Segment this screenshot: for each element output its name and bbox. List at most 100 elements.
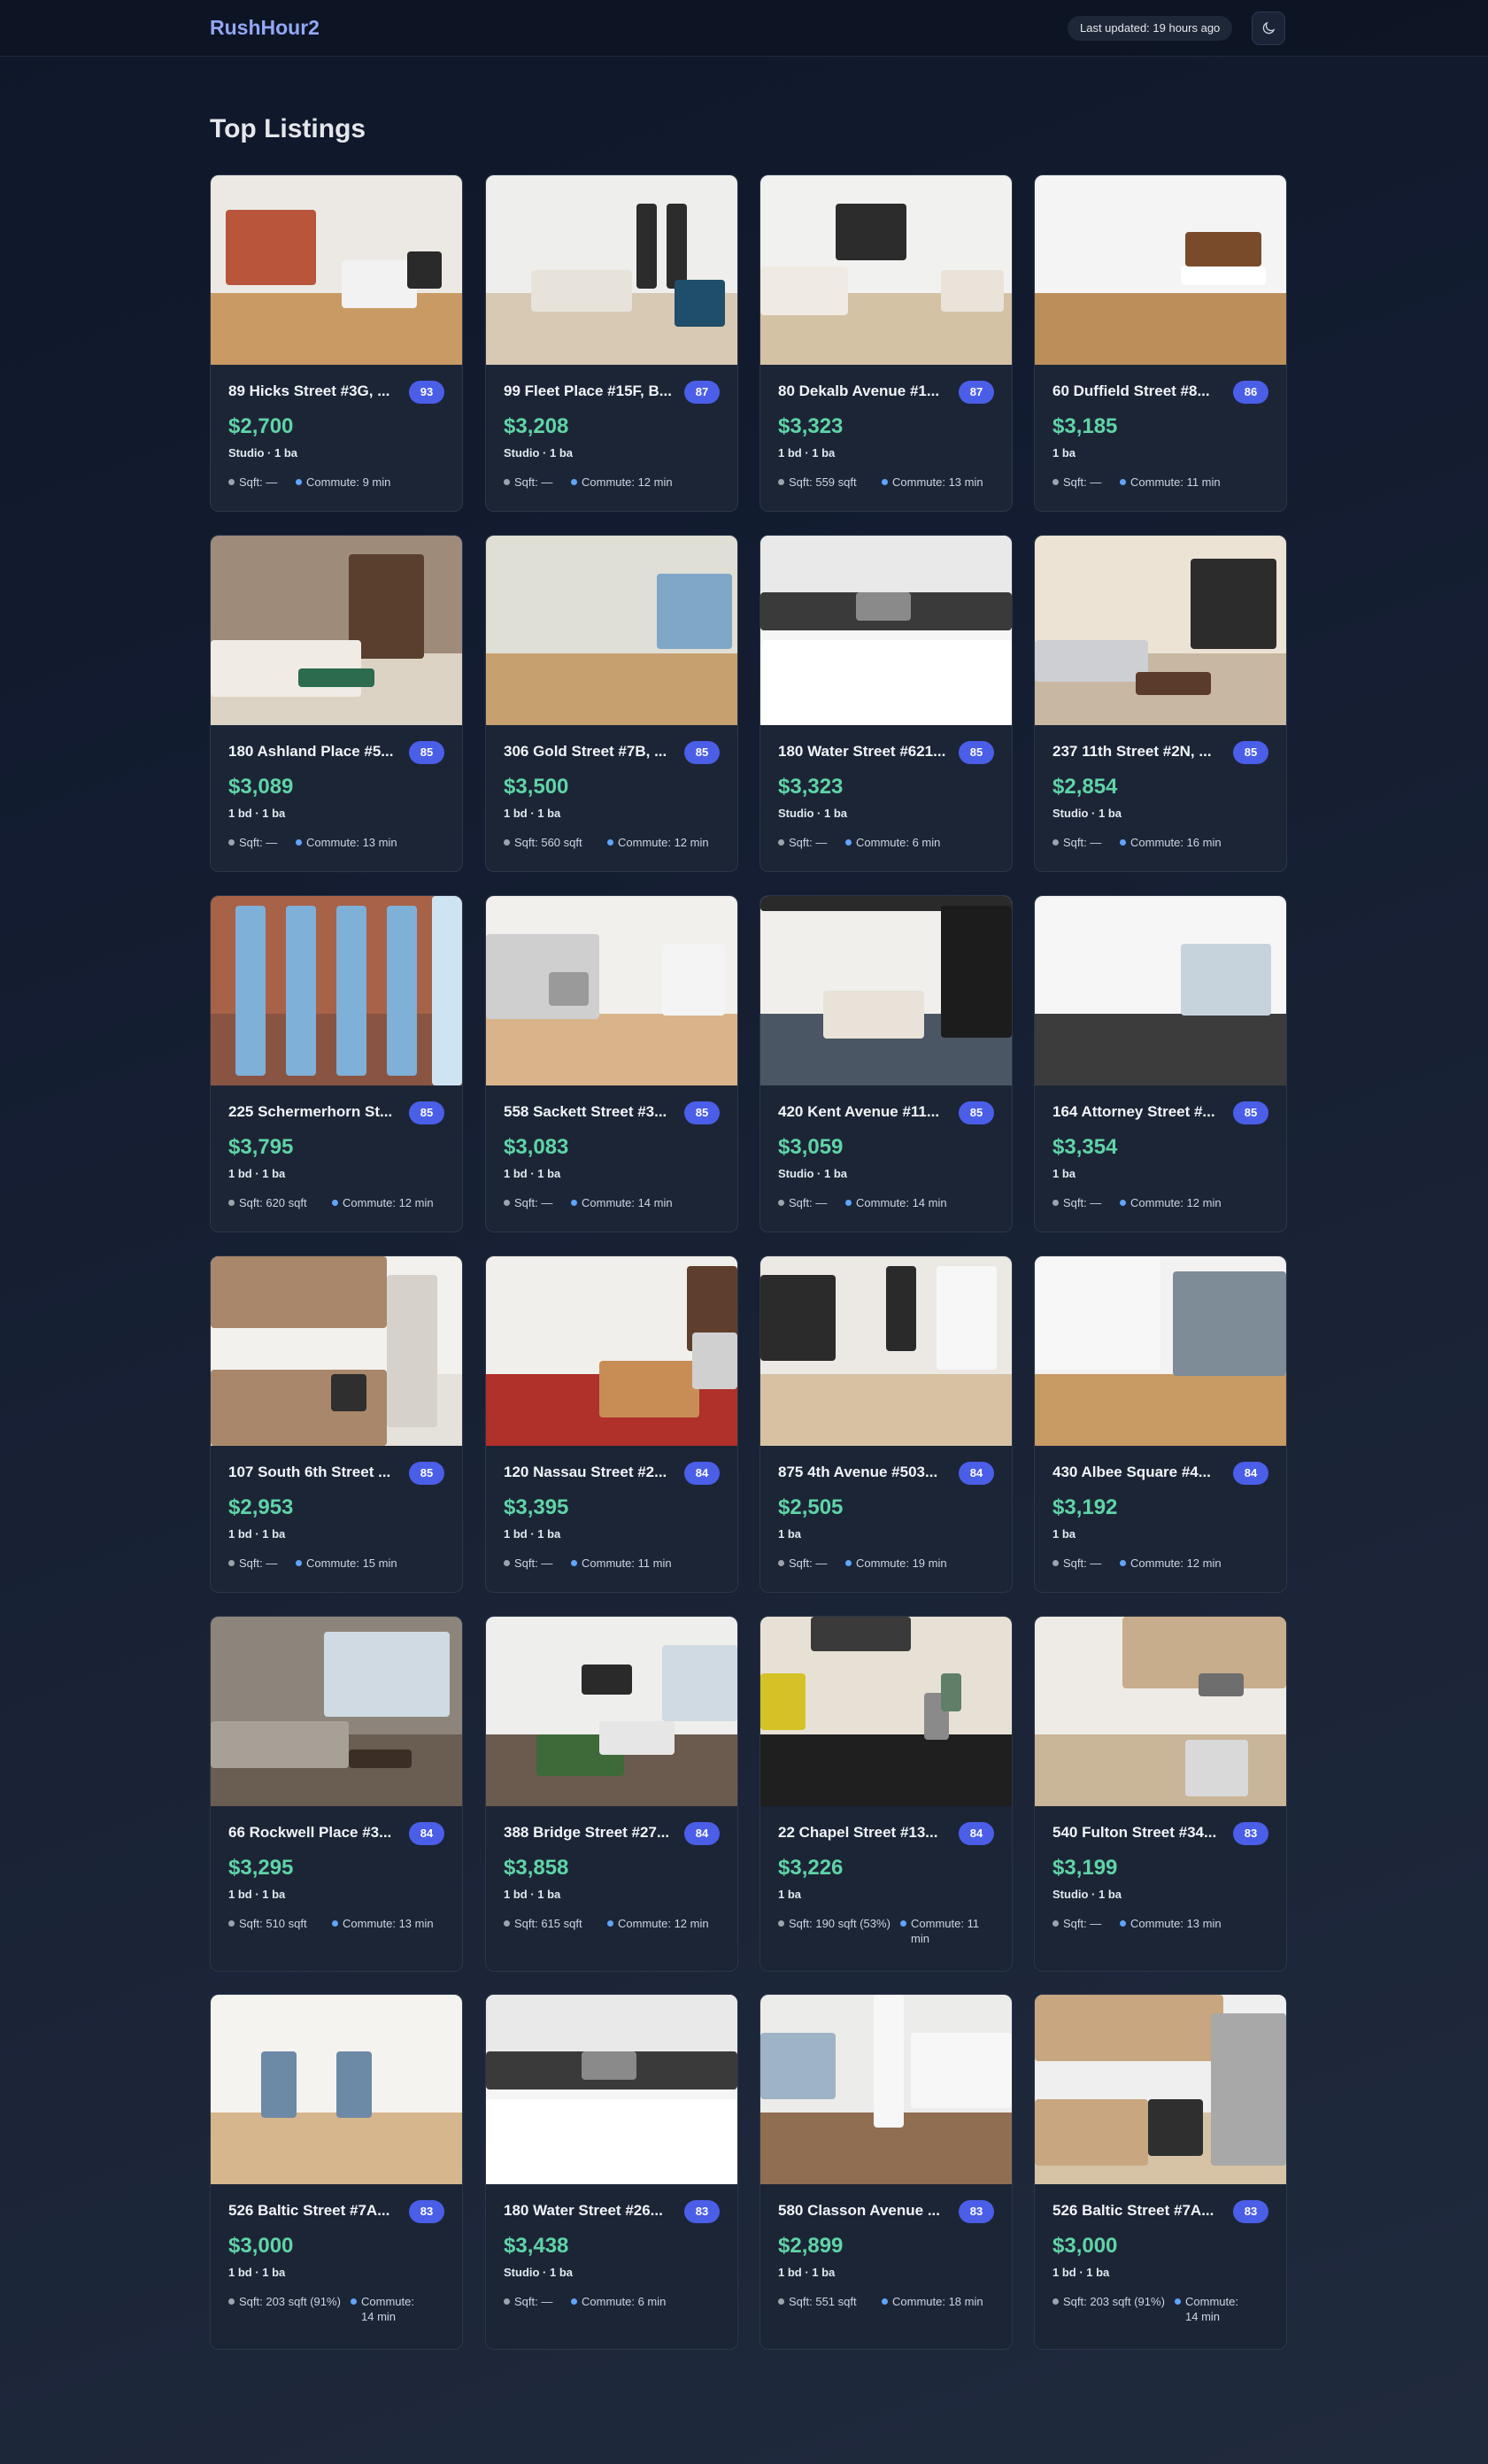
- listing-commute: Commute: 14 min: [582, 1196, 673, 1209]
- listing-title[interactable]: 420 Kent Avenue #11...: [778, 1103, 952, 1121]
- listing-title[interactable]: 430 Albee Square #4...: [1052, 1464, 1226, 1481]
- listing-title[interactable]: 80 Dekalb Avenue #1...: [778, 382, 952, 400]
- listing-meta: Sqft: 559 sqft Commute: 13 min: [778, 475, 994, 490]
- listing-meta: Sqft: — Commute: 12 min: [504, 475, 720, 490]
- listing-card[interactable]: 558 Sackett Street #3... 85 $3,083 1 bd · 1…: [485, 895, 738, 1232]
- listing-photo[interactable]: [760, 1995, 1012, 2184]
- listing-card[interactable]: 540 Fulton Street #34... 83 $3,199 Studio ·…: [1034, 1616, 1287, 1972]
- listing-photo[interactable]: [486, 1617, 737, 1806]
- listing-title[interactable]: 99 Fleet Place #15F, B...: [504, 382, 677, 400]
- listing-commute: Commute: 11 min: [582, 1556, 672, 1570]
- listing-title[interactable]: 164 Attorney Street #...: [1052, 1103, 1226, 1121]
- listing-card[interactable]: 180 Water Street #26... 83 $3,438 Studio · …: [485, 1994, 738, 2350]
- listing-card[interactable]: 89 Hicks Street #3G, ... 93 $2,700 Studio ·…: [210, 174, 463, 512]
- listing-card[interactable]: 22 Chapel Street #13... 84 $3,226 1 ba Sqft:…: [759, 1616, 1013, 1972]
- listing-title[interactable]: 60 Duffield Street #8...: [1052, 382, 1226, 400]
- commute-dot-icon: [571, 1200, 577, 1206]
- listing-title[interactable]: 66 Rockwell Place #3...: [228, 1824, 402, 1842]
- listing-photo[interactable]: [211, 175, 462, 365]
- listing-sqft: Sqft: 615 sqft: [514, 1917, 582, 1930]
- listing-card[interactable]: 66 Rockwell Place #3... 84 $3,295 1 bd · 1 …: [210, 1616, 463, 1972]
- listing-title[interactable]: 526 Baltic Street #7A...: [1052, 2202, 1226, 2220]
- listing-photo[interactable]: [1035, 1617, 1286, 1806]
- listing-card[interactable]: 237 11th Street #2N, ... 85 $2,854 Studio ·…: [1034, 535, 1287, 872]
- listing-card[interactable]: 526 Baltic Street #7A... 83 $3,000 1 bd · 1…: [210, 1994, 463, 2350]
- sqft-dot-icon: [1052, 479, 1059, 485]
- listing-photo[interactable]: [486, 536, 737, 725]
- listing-meta: Sqft: 551 sqft Commute: 18 min: [778, 2294, 994, 2309]
- listing-photo[interactable]: [1035, 1995, 1286, 2184]
- listing-card[interactable]: 107 South 6th Street ... 85 $2,953 1 bd · 1…: [210, 1255, 463, 1593]
- listing-photo[interactable]: [211, 536, 462, 725]
- listing-price: $3,354: [1052, 1135, 1118, 1159]
- listing-card[interactable]: 99 Fleet Place #15F, B... 87 $3,208 Studio …: [485, 174, 738, 512]
- listing-price: $3,500: [504, 775, 569, 799]
- score-badge: 83: [959, 2200, 994, 2223]
- theme-toggle-button[interactable]: [1252, 12, 1285, 45]
- listing-title[interactable]: 526 Baltic Street #7A...: [228, 2202, 402, 2220]
- listing-card[interactable]: 60 Duffield Street #8... 86 $3,185 1 ba Sqft…: [1034, 174, 1287, 512]
- listing-photo[interactable]: [760, 896, 1012, 1085]
- listing-sqft: Sqft: 203 sqft (91%): [1063, 2295, 1165, 2308]
- listing-card[interactable]: 225 Schermerhorn St... 85 $3,795 1 bd · 1 b…: [210, 895, 463, 1232]
- listing-photo[interactable]: [760, 1617, 1012, 1806]
- listing-card[interactable]: 875 4th Avenue #503... 84 $2,505 1 ba Sqft: …: [759, 1255, 1013, 1593]
- listing-photo[interactable]: [211, 1256, 462, 1446]
- listing-title[interactable]: 120 Nassau Street #2...: [504, 1464, 677, 1481]
- listing-photo[interactable]: [1035, 536, 1286, 725]
- listing-card[interactable]: 420 Kent Avenue #11... 85 $3,059 Studio · 1…: [759, 895, 1013, 1232]
- listing-title[interactable]: 540 Fulton Street #34...: [1052, 1824, 1226, 1842]
- listing-photo[interactable]: [486, 175, 737, 365]
- listing-card[interactable]: 180 Ashland Place #5... 85 $3,089 1 bd · 1 …: [210, 535, 463, 872]
- listing-photo[interactable]: [486, 896, 737, 1085]
- sqft-dot-icon: [778, 1920, 784, 1927]
- score-badge: 85: [684, 1101, 720, 1124]
- listing-photo[interactable]: [1035, 896, 1286, 1085]
- listing-card[interactable]: 430 Albee Square #4... 84 $3,192 1 ba Sqft: …: [1034, 1255, 1287, 1593]
- listing-commute: Commute: 11 min: [911, 1917, 980, 1945]
- listing-beds-baths: 1 ba: [1052, 1527, 1076, 1541]
- listing-card[interactable]: 526 Baltic Street #7A... 83 $3,000 1 bd · 1…: [1034, 1994, 1287, 2350]
- listing-card[interactable]: 164 Attorney Street #... 85 $3,354 1 ba Sqft…: [1034, 895, 1287, 1232]
- score-badge: 85: [409, 741, 444, 764]
- sqft-dot-icon: [228, 1200, 235, 1206]
- score-badge: 87: [959, 381, 994, 404]
- brand-logo[interactable]: RushHour2: [210, 16, 320, 40]
- listing-photo[interactable]: [486, 1995, 737, 2184]
- listing-title[interactable]: 237 11th Street #2N, ...: [1052, 743, 1226, 761]
- listing-photo[interactable]: [211, 1617, 462, 1806]
- listing-title[interactable]: 180 Water Street #26...: [504, 2202, 677, 2220]
- listing-title[interactable]: 558 Sackett Street #3...: [504, 1103, 677, 1121]
- listing-photo[interactable]: [760, 1256, 1012, 1446]
- listing-commute: Commute: 16 min: [1130, 836, 1222, 849]
- listing-title[interactable]: 107 South 6th Street ...: [228, 1464, 402, 1481]
- listing-meta: Sqft: 620 sqft Commute: 12 min: [228, 1195, 444, 1210]
- listing-title[interactable]: 225 Schermerhorn St...: [228, 1103, 402, 1121]
- listing-title[interactable]: 89 Hicks Street #3G, ...: [228, 382, 402, 400]
- listing-title[interactable]: 388 Bridge Street #27...: [504, 1824, 677, 1842]
- listing-card[interactable]: 580 Classon Avenue ... 83 $2,899 1 bd · 1 b…: [759, 1994, 1013, 2350]
- commute-dot-icon: [1120, 1560, 1126, 1566]
- listing-photo[interactable]: [211, 1995, 462, 2184]
- listing-photo[interactable]: [211, 896, 462, 1085]
- listing-title[interactable]: 306 Gold Street #7B, ...: [504, 743, 677, 761]
- listing-photo[interactable]: [1035, 175, 1286, 365]
- listing-title[interactable]: 875 4th Avenue #503...: [778, 1464, 952, 1481]
- listing-title[interactable]: 180 Ashland Place #5...: [228, 743, 402, 761]
- commute-dot-icon: [571, 2298, 577, 2305]
- score-badge: 84: [959, 1462, 994, 1485]
- listing-price: $3,323: [778, 775, 844, 799]
- listing-card[interactable]: 180 Water Street #621... 85 $3,323 Studio ·…: [759, 535, 1013, 872]
- listing-photo[interactable]: [486, 1256, 737, 1446]
- listing-card[interactable]: 120 Nassau Street #2... 84 $3,395 1 bd · 1 …: [485, 1255, 738, 1593]
- listing-card[interactable]: 306 Gold Street #7B, ... 85 $3,500 1 bd · 1…: [485, 535, 738, 872]
- listing-title[interactable]: 580 Classon Avenue ...: [778, 2202, 952, 2220]
- listing-photo[interactable]: [1035, 1256, 1286, 1446]
- listing-title[interactable]: 180 Water Street #621...: [778, 743, 952, 761]
- listing-photo[interactable]: [760, 536, 1012, 725]
- listing-photo[interactable]: [760, 175, 1012, 365]
- listing-card[interactable]: 388 Bridge Street #27... 84 $3,858 1 bd · 1…: [485, 1616, 738, 1972]
- listing-title[interactable]: 22 Chapel Street #13...: [778, 1824, 952, 1842]
- listing-card[interactable]: 80 Dekalb Avenue #1... 87 $3,323 1 bd · 1 b…: [759, 174, 1013, 512]
- score-badge: 85: [1233, 741, 1268, 764]
